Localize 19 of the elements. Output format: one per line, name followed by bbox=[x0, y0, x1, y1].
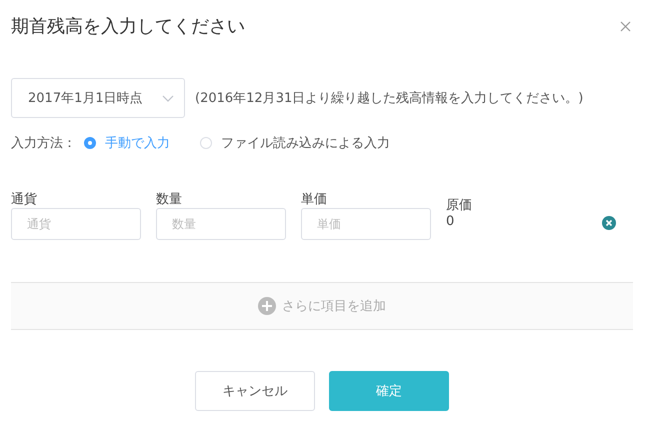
cost-label: 原価 bbox=[446, 198, 473, 214]
radio-icon[interactable] bbox=[84, 137, 96, 149]
plus-icon bbox=[258, 297, 276, 315]
radio-option[interactable]: ファイル読み込みによる入力 bbox=[200, 134, 390, 152]
date-select[interactable]: 2017年1月1日時点 bbox=[11, 78, 185, 118]
remove-icon[interactable] bbox=[602, 216, 616, 230]
chevron-down-icon bbox=[162, 94, 174, 102]
field-label: 単価 bbox=[301, 192, 328, 208]
field-label: 通貨 bbox=[11, 192, 38, 208]
note-text: (2016年12月31日より繰り越した残高情報を入力してください。) bbox=[195, 90, 584, 107]
close-icon[interactable] bbox=[620, 20, 631, 32]
input-field[interactable]: 数量 bbox=[156, 208, 286, 240]
input-method-label: 入力方法： bbox=[11, 135, 76, 152]
input-field[interactable]: 通貨 bbox=[11, 208, 141, 240]
field-label: 数量 bbox=[156, 192, 183, 208]
input-field[interactable]: 単価 bbox=[301, 208, 431, 240]
cancel-button[interactable]: キャンセル bbox=[195, 371, 315, 411]
cost-value: 0 bbox=[446, 214, 456, 229]
dialog-title: 期首残高を入力してください bbox=[11, 15, 245, 38]
